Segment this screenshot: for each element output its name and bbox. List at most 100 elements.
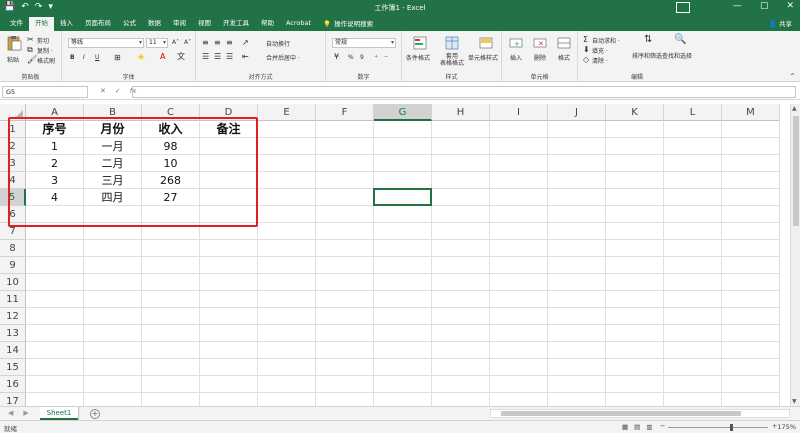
cell-f4[interactable] xyxy=(316,172,374,189)
percent-button[interactable]: % xyxy=(348,54,354,61)
cell-c8[interactable] xyxy=(142,240,200,257)
cell-f16[interactable] xyxy=(316,376,374,393)
tab-review[interactable]: 审阅 xyxy=(167,17,192,31)
cell-c12[interactable] xyxy=(142,308,200,325)
sort-filter-label[interactable]: 排序和筛选 xyxy=(632,51,662,60)
cell-c16[interactable] xyxy=(142,376,200,393)
cell-k8[interactable] xyxy=(606,240,664,257)
cell-i15[interactable] xyxy=(490,359,548,376)
format-as-table-icon[interactable] xyxy=(444,35,460,51)
cell-f9[interactable] xyxy=(316,257,374,274)
cell-d13[interactable] xyxy=(200,325,258,342)
increase-decimal-icon[interactable]: ⁺ xyxy=(374,54,378,62)
cell-e2[interactable] xyxy=(258,138,316,155)
cell-l4[interactable] xyxy=(664,172,722,189)
underline-button[interactable]: U xyxy=(95,54,99,61)
row-header-9[interactable]: 9 xyxy=(0,257,26,274)
cell-j5[interactable] xyxy=(548,189,606,206)
cell-k2[interactable] xyxy=(606,138,664,155)
cell-c15[interactable] xyxy=(142,359,200,376)
insert-cells-label[interactable]: 插入 xyxy=(510,53,522,62)
name-box[interactable]: G5 xyxy=(2,86,88,98)
cell-j4[interactable] xyxy=(548,172,606,189)
cell-d17[interactable] xyxy=(200,393,258,406)
cell-i5[interactable] xyxy=(490,189,548,206)
cell-g15[interactable] xyxy=(374,359,432,376)
cell-e12[interactable] xyxy=(258,308,316,325)
normal-view-icon[interactable]: ▦ xyxy=(622,423,628,431)
cell-g1[interactable] xyxy=(374,121,432,138)
format-painter-icon[interactable]: 🖌 xyxy=(27,56,37,64)
cell-k10[interactable] xyxy=(606,274,664,291)
cell-k4[interactable] xyxy=(606,172,664,189)
cell-b17[interactable] xyxy=(84,393,142,406)
vertical-scrollbar[interactable]: ▲ ▼ xyxy=(790,104,800,406)
copy-button[interactable]: 复制 · xyxy=(37,46,53,55)
sheet-tab[interactable]: Sheet1 xyxy=(40,407,78,420)
cell-g7[interactable] xyxy=(374,223,432,240)
format-as-table-label[interactable]: 套用 表格格式 xyxy=(440,53,464,67)
font-name-select[interactable]: 等线 xyxy=(68,38,144,48)
cell-l10[interactable] xyxy=(664,274,722,291)
cell-f2[interactable] xyxy=(316,138,374,155)
cell-h13[interactable] xyxy=(432,325,490,342)
cell-c14[interactable] xyxy=(142,342,200,359)
cell-e6[interactable] xyxy=(258,206,316,223)
tab-data[interactable]: 数据 xyxy=(142,17,167,31)
cell-l6[interactable] xyxy=(664,206,722,223)
sheet-prev-icon[interactable]: ◀ xyxy=(8,409,13,417)
cell-c9[interactable] xyxy=(142,257,200,274)
tab-formulas[interactable]: 公式 xyxy=(117,17,142,31)
cell-e14[interactable] xyxy=(258,342,316,359)
row-header-15[interactable]: 15 xyxy=(0,359,26,376)
row-header-8[interactable]: 8 xyxy=(0,240,26,257)
cell-l12[interactable] xyxy=(664,308,722,325)
column-header-k[interactable]: K xyxy=(606,104,664,121)
clear-button[interactable]: 清除 · xyxy=(592,56,608,65)
clear-icon[interactable]: ◇ xyxy=(583,56,589,64)
cell-i11[interactable] xyxy=(490,291,548,308)
cell-i14[interactable] xyxy=(490,342,548,359)
cell-i9[interactable] xyxy=(490,257,548,274)
cell-l3[interactable] xyxy=(664,155,722,172)
cell-g13[interactable] xyxy=(374,325,432,342)
column-header-g[interactable]: G xyxy=(374,104,432,121)
row-header-11[interactable]: 11 xyxy=(0,291,26,308)
column-header-j[interactable]: J xyxy=(548,104,606,121)
paste-label[interactable]: 粘贴 xyxy=(7,55,19,64)
format-cells-icon[interactable] xyxy=(556,35,572,51)
cell-j2[interactable] xyxy=(548,138,606,155)
cell-a16[interactable] xyxy=(26,376,84,393)
formula-input[interactable] xyxy=(132,86,796,98)
cell-d16[interactable] xyxy=(200,376,258,393)
cell-h2[interactable] xyxy=(432,138,490,155)
wrap-text-button[interactable]: 自动换行 xyxy=(266,39,290,48)
tab-page-layout[interactable]: 页面布局 xyxy=(79,17,117,31)
tab-home[interactable]: 开始 xyxy=(29,17,54,31)
cell-f5[interactable] xyxy=(316,189,374,206)
sheet-next-icon[interactable]: ▶ xyxy=(23,409,28,417)
cell-h7[interactable] xyxy=(432,223,490,240)
cell-j10[interactable] xyxy=(548,274,606,291)
delete-cells-icon[interactable]: ✕ xyxy=(532,35,548,51)
cell-a13[interactable] xyxy=(26,325,84,342)
share-button[interactable]: 👤 共享 xyxy=(769,18,792,28)
column-header-e[interactable]: E xyxy=(258,104,316,121)
bold-button[interactable]: B xyxy=(70,54,75,61)
cell-h11[interactable] xyxy=(432,291,490,308)
cell-i12[interactable] xyxy=(490,308,548,325)
cell-d15[interactable] xyxy=(200,359,258,376)
autosum-icon[interactable]: Σ xyxy=(583,36,588,44)
cell-f6[interactable] xyxy=(316,206,374,223)
minimize-icon[interactable]: — xyxy=(733,1,742,11)
cut-icon[interactable]: ✂ xyxy=(27,36,34,44)
number-format-select[interactable]: 常规 xyxy=(332,38,396,48)
cell-f1[interactable] xyxy=(316,121,374,138)
cell-h8[interactable] xyxy=(432,240,490,257)
cell-i2[interactable] xyxy=(490,138,548,155)
cell-i6[interactable] xyxy=(490,206,548,223)
font-grow-icon[interactable]: A˄ xyxy=(172,39,179,46)
cell-f8[interactable] xyxy=(316,240,374,257)
row-header-14[interactable]: 14 xyxy=(0,342,26,359)
cell-l17[interactable] xyxy=(664,393,722,406)
